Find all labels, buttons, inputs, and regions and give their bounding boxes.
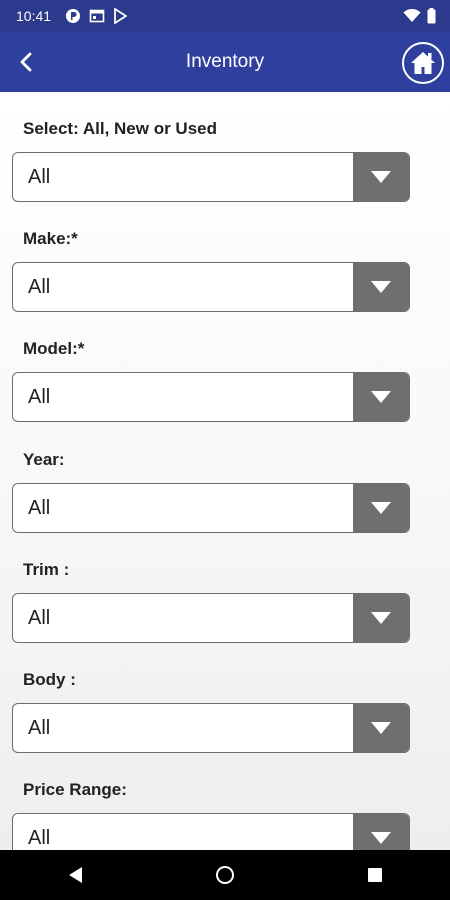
app-icon xyxy=(66,9,81,23)
select-value: All xyxy=(28,827,51,849)
select-value: All xyxy=(28,166,51,188)
dropdown-button[interactable] xyxy=(353,594,409,642)
field-label: Body : xyxy=(23,670,76,689)
nav-home-button[interactable] xyxy=(205,855,245,895)
dropdown-button[interactable] xyxy=(353,704,409,752)
field-label: Make:* xyxy=(23,229,78,248)
year-select[interactable]: All xyxy=(12,483,410,533)
chevron-down-icon xyxy=(371,722,391,734)
dropdown-button[interactable] xyxy=(353,814,409,850)
app-bar: Inventory xyxy=(0,32,450,92)
home-button[interactable] xyxy=(402,42,444,84)
calendar-icon xyxy=(89,9,105,23)
chevron-down-icon xyxy=(371,391,391,403)
inventory-form: Select: All, New or Used All Make:* All … xyxy=(0,92,450,850)
field-label: Model:* xyxy=(23,339,85,358)
chevron-down-icon xyxy=(371,612,391,624)
field-label: Price Range: xyxy=(23,780,127,799)
back-button[interactable] xyxy=(10,46,42,78)
chevron-down-icon xyxy=(371,502,391,514)
back-chevron-icon xyxy=(20,52,32,72)
home-icon xyxy=(411,52,435,74)
nav-back-button[interactable] xyxy=(55,855,95,895)
select-value: All xyxy=(28,386,51,408)
status-bar: 10:41 xyxy=(0,0,450,32)
select-value: All xyxy=(28,607,51,629)
status-time: 10:41 xyxy=(16,8,52,24)
nav-recents-button[interactable] xyxy=(355,855,395,895)
back-triangle-icon xyxy=(69,867,82,883)
chevron-down-icon xyxy=(371,281,391,293)
system-nav-bar xyxy=(0,850,450,900)
dropdown-button[interactable] xyxy=(353,373,409,421)
chevron-down-icon xyxy=(371,171,391,183)
field-label: Select: All, New or Used xyxy=(23,119,217,138)
select-value: All xyxy=(28,717,51,739)
field-label: Trim : xyxy=(23,560,70,579)
field-label: Year: xyxy=(23,450,65,469)
home-circle-icon xyxy=(216,866,234,884)
recents-square-icon xyxy=(368,868,382,882)
select-value: All xyxy=(28,497,51,519)
battery-icon xyxy=(427,8,436,24)
price-range-select[interactable]: All xyxy=(12,813,410,850)
dropdown-button[interactable] xyxy=(353,484,409,532)
chevron-down-icon xyxy=(371,832,391,844)
dropdown-button[interactable] xyxy=(353,263,409,311)
trim-select[interactable]: All xyxy=(12,593,410,643)
select-value: All xyxy=(28,276,51,298)
wifi-icon xyxy=(403,9,421,22)
play-store-icon xyxy=(114,8,128,24)
make-select[interactable]: All xyxy=(12,262,410,312)
dropdown-button[interactable] xyxy=(353,153,409,201)
model-select[interactable]: All xyxy=(12,372,410,422)
body-select[interactable]: All xyxy=(12,703,410,753)
condition-select[interactable]: All xyxy=(12,152,410,202)
page-title: Inventory xyxy=(185,51,265,72)
